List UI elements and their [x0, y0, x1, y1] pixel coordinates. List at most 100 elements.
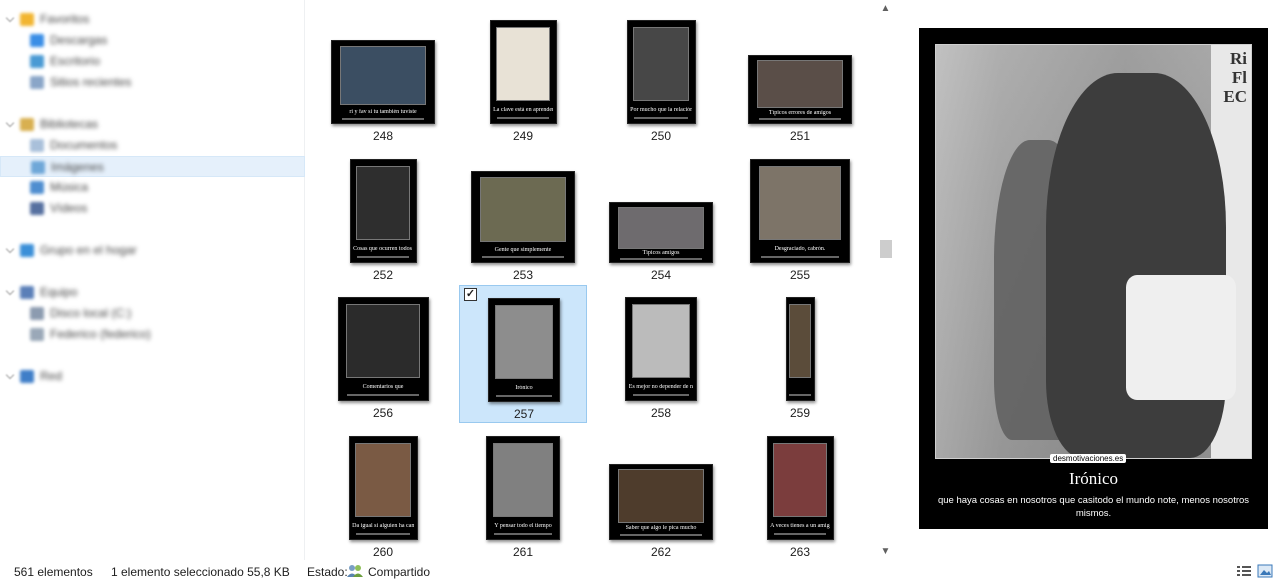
file-thumbnail: Desgraciado, cabrón.	[750, 159, 850, 263]
nav-item[interactable]: Disco local (C:)	[0, 303, 305, 324]
file-name: 254	[650, 268, 672, 282]
door-sign-text: Ri Fl EC	[1223, 49, 1247, 106]
file-item[interactable]: Típicos errores de amigos 251	[736, 8, 864, 146]
thumbnail-caption: Típicos amigos	[642, 249, 680, 256]
folder-icon	[20, 370, 34, 383]
thumbnail-caption: Da igual si alguien ha cambiado	[352, 522, 414, 529]
thumbnail-caption: Gente que simplemente	[494, 246, 552, 253]
file-thumbnail: Cosas que ocurren todos los lunes	[349, 159, 417, 263]
file-name: 256	[372, 406, 394, 420]
scroll-down-arrow-icon[interactable]: ▼	[880, 546, 891, 557]
nav-item-label: Música	[50, 180, 89, 194]
nav-item-label: Descargas	[50, 33, 108, 47]
scroll-up-arrow-icon[interactable]: ▲	[880, 3, 891, 14]
file-thumbnail: Irónico	[488, 298, 560, 402]
nav-item[interactable]: Federico (federico)	[0, 324, 305, 345]
file-thumbnail: Y pensar todo el tiempo	[486, 436, 560, 540]
file-item[interactable]: Irónico ✓ 257	[459, 285, 587, 423]
details-view-icon[interactable]	[1236, 564, 1252, 578]
file-name: 263	[789, 545, 811, 559]
folder-icon	[30, 139, 44, 152]
nav-item[interactable]: Escritorio	[0, 51, 305, 72]
file-item[interactable]: 259	[736, 285, 864, 423]
thumbnail-caption: Por mucho que la relación	[630, 106, 692, 113]
preview-image: Ri Fl EC desmotivaciones.es Irónico que ha…	[919, 28, 1268, 529]
expand-chevron-icon[interactable]	[5, 118, 15, 128]
file-item[interactable]: Cosas que ocurren todos los lunes 252	[319, 147, 447, 285]
file-item[interactable]: A veces tienes a un amigo 263	[736, 424, 864, 560]
thumbnail-caption: Es mejor no depender de nadie	[628, 383, 693, 390]
thumbnail-caption: Saber que algo le pica mucho	[625, 525, 697, 532]
file-name: 258	[650, 406, 672, 420]
vertical-scrollbar[interactable]: ▲ ▼	[877, 0, 894, 560]
file-item[interactable]: La clave está en aprender 249	[459, 8, 587, 146]
nav-item-label: Sitios recientes	[50, 75, 132, 89]
nav-item-label: Vídeos	[50, 201, 88, 215]
file-name: 253	[512, 268, 534, 282]
file-thumbnail: ri y fav si tu también tuviste	[331, 40, 435, 124]
selection-info: 1 elemento seleccionado 55,8 KB	[111, 565, 290, 579]
selection-checkbox[interactable]: ✓	[464, 288, 477, 301]
poster-text: que haya cosas en nosotros que casitodo …	[937, 495, 1250, 519]
expand-chevron-icon[interactable]	[5, 244, 15, 254]
scroll-thumb[interactable]	[880, 240, 892, 258]
nav-item[interactable]: Vídeos	[0, 198, 305, 219]
nav-item[interactable]: Descargas	[0, 30, 305, 51]
thumbnail-caption: Cosas que ocurren todos los lunes	[353, 245, 413, 252]
file-name: 257	[513, 407, 535, 421]
file-thumbnail: Típicos errores de amigos	[748, 55, 852, 124]
file-item[interactable]: Y pensar todo el tiempo 261	[459, 424, 587, 560]
status-bar: 561 elementos 1 elemento seleccionado 55…	[0, 560, 1279, 583]
file-name: 252	[372, 268, 394, 282]
thumbnail-caption: Comentarios que	[362, 383, 404, 390]
file-name: 248	[372, 129, 394, 143]
file-thumbnail: La clave está en aprender	[489, 20, 557, 124]
folder-icon	[20, 118, 34, 131]
nav-item-label: Federico (federico)	[50, 327, 151, 341]
file-item[interactable]: Típicos amigos 254	[597, 147, 725, 285]
file-thumbnail: A veces tienes a un amigo	[766, 436, 834, 540]
file-name: 255	[789, 268, 811, 282]
file-thumbnail: Típicos amigos	[609, 202, 713, 263]
watermark: desmotivaciones.es	[1050, 454, 1127, 463]
nav-item[interactable]: Documentos	[0, 135, 305, 156]
folder-icon	[30, 76, 44, 89]
large-icons-view-icon[interactable]	[1257, 564, 1273, 578]
nav-item[interactable]: Música	[0, 177, 305, 198]
file-name: 259	[789, 406, 811, 420]
navigation-pane[interactable]: Favoritos Descargas Escritorio Sitios recie…	[0, 0, 305, 560]
file-item[interactable]: Gente que simplemente 253	[459, 147, 587, 285]
expand-chevron-icon[interactable]	[5, 13, 15, 23]
item-count: 561 elementos	[14, 565, 93, 579]
file-item[interactable]: Desgraciado, cabrón. 255	[736, 147, 864, 285]
file-item[interactable]: Da igual si alguien ha cambiado 260	[319, 424, 447, 560]
expand-chevron-icon[interactable]	[5, 286, 15, 296]
file-item[interactable]: ri y fav si tu también tuviste 248	[319, 8, 447, 146]
preview-pane: Ri Fl EC desmotivaciones.es Irónico que ha…	[895, 0, 1279, 560]
file-thumbnail: Es mejor no depender de nadie	[625, 297, 697, 401]
file-name: 261	[512, 545, 534, 559]
nav-item[interactable]: Grupo en el hogar	[0, 240, 305, 261]
file-item[interactable]: Saber que algo le pica mucho 262	[597, 424, 725, 560]
file-thumbnail: Gente que simplemente	[471, 171, 575, 263]
thumbnail-caption: Típicos errores de amigos	[768, 109, 832, 116]
folder-icon	[30, 181, 44, 194]
file-name: 251	[789, 129, 811, 143]
file-item[interactable]: Es mejor no depender de nadie 258	[597, 285, 725, 423]
nav-item[interactable]: Red	[0, 366, 305, 387]
file-item[interactable]: Comentarios que 256	[319, 285, 447, 423]
nav-item[interactable]: Bibliotecas	[0, 114, 305, 135]
expand-chevron-icon[interactable]	[5, 370, 15, 380]
thumbnail-caption: Y pensar todo el tiempo	[494, 522, 552, 529]
nav-item[interactable]: Equipo	[0, 282, 305, 303]
file-grid[interactable]: ri y fav si tu también tuviste 248 La clav…	[306, 0, 876, 560]
file-name: 250	[650, 129, 672, 143]
nav-item[interactable]: Imágenes	[0, 156, 305, 177]
nav-item[interactable]: Sitios recientes	[0, 72, 305, 93]
file-item[interactable]: Por mucho que la relación 250	[597, 8, 725, 146]
folder-icon	[30, 34, 44, 47]
nav-item-label: Escritorio	[50, 54, 101, 68]
nav-item[interactable]: Favoritos	[0, 9, 305, 30]
nav-item-label: Imágenes	[51, 160, 104, 174]
state-value: Compartido	[368, 565, 431, 579]
